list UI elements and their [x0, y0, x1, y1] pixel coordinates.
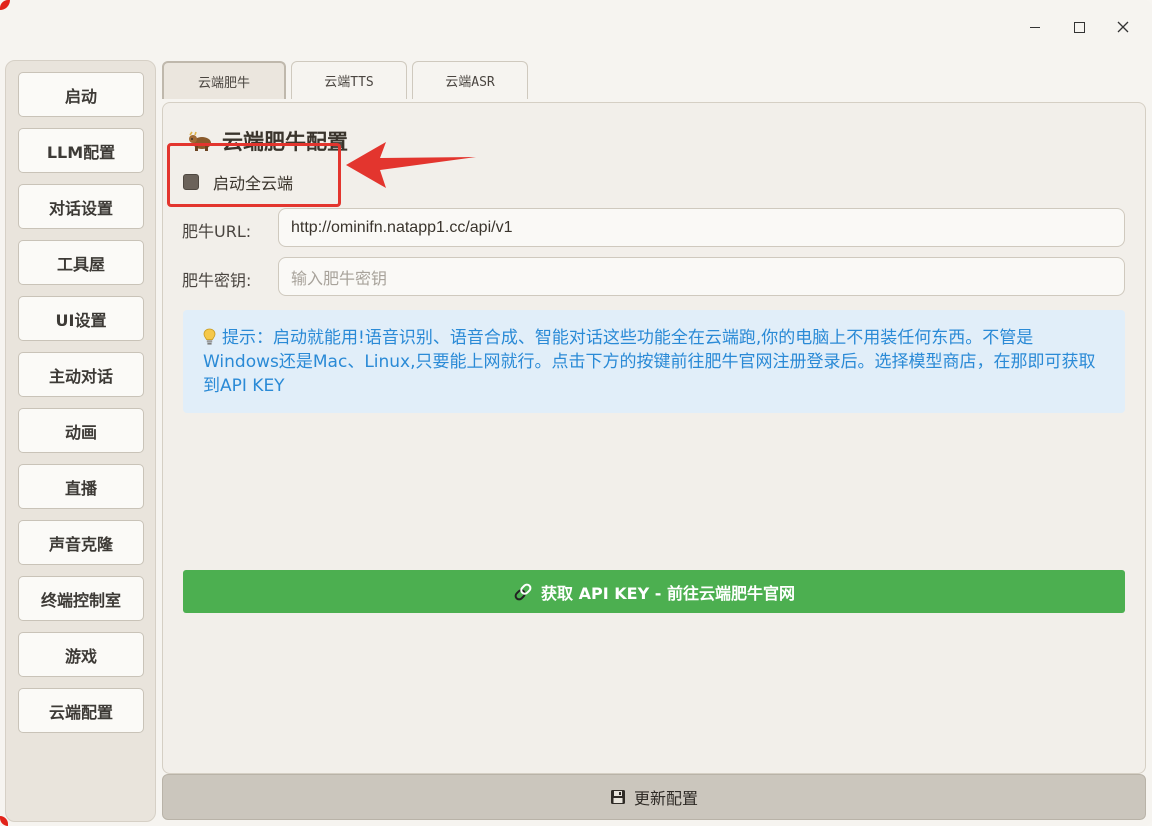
key-label: 肥牛密钥:: [182, 271, 252, 290]
update-config-label: 更新配置: [633, 789, 698, 808]
minimize-button[interactable]: [1022, 14, 1048, 40]
tip-text: 提示：启动就能用!语音识别、语音合成、智能对话这些功能全在云端跑,你的电脑上不用…: [203, 328, 1096, 396]
annotation-arrow-icon: [346, 142, 476, 188]
sidebar-item-animation[interactable]: 动画: [18, 408, 144, 453]
full-cloud-checkbox-row[interactable]: 启动全云端: [183, 170, 293, 194]
sidebar-item-llm-config[interactable]: LLM配置: [18, 128, 144, 173]
sidebar-item-cloud-config[interactable]: 云端配置: [18, 688, 144, 733]
link-icon: [514, 583, 532, 600]
full-cloud-checkbox-label: 启动全云端: [213, 174, 294, 193]
sidebar-item-toolhouse[interactable]: 工具屋: [18, 240, 144, 285]
sidebar-item-start[interactable]: 启动: [18, 72, 144, 117]
title-bar: [0, 0, 1152, 56]
sidebar-item-ui-settings[interactable]: UI设置: [18, 296, 144, 341]
sidebar: 启动 LLM配置 对话设置 工具屋 UI设置 主动对话 动画 直播 声音克隆 终…: [5, 60, 156, 822]
minimize-icon: [1030, 27, 1040, 28]
update-config-button[interactable]: 更新配置: [162, 774, 1146, 820]
app-window: 启动 LLM配置 对话设置 工具屋 UI设置 主动对话 动画 直播 声音克隆 终…: [0, 0, 1152, 826]
tab-cloud-feiniu[interactable]: 云端肥牛: [162, 61, 286, 99]
sidebar-item-voice-clone[interactable]: 声音克隆: [18, 520, 144, 565]
key-input[interactable]: 输入肥牛密钥: [278, 257, 1125, 296]
full-cloud-checkbox[interactable]: [183, 174, 199, 190]
url-label: 肥牛URL:: [182, 222, 252, 241]
url-input[interactable]: http://ominifn.natapp1.cc/api/v1: [278, 208, 1125, 247]
maximize-icon: [1074, 22, 1085, 33]
get-api-key-label: 获取 API KEY - 前往云端肥牛官网: [541, 583, 795, 603]
maximize-button[interactable]: [1066, 14, 1092, 40]
close-icon: [1117, 21, 1129, 33]
get-api-key-button[interactable]: 获取 API KEY - 前往云端肥牛官网: [183, 570, 1125, 613]
sidebar-item-terminal-control[interactable]: 终端控制室: [18, 576, 144, 621]
tab-cloud-tts[interactable]: 云端TTS: [291, 61, 407, 99]
tip-box: 提示：启动就能用!语音识别、语音合成、智能对话这些功能全在云端跑,你的电脑上不用…: [183, 310, 1125, 413]
sidebar-item-dialog-settings[interactable]: 对话设置: [18, 184, 144, 229]
sidebar-item-active-dialog[interactable]: 主动对话: [18, 352, 144, 397]
floppy-disk-icon: [610, 790, 625, 804]
tab-cloud-asr[interactable]: 云端ASR: [412, 61, 528, 99]
sidebar-item-game[interactable]: 游戏: [18, 632, 144, 677]
lightbulb-icon: [203, 328, 216, 345]
close-button[interactable]: [1110, 14, 1136, 40]
sidebar-item-live[interactable]: 直播: [18, 464, 144, 509]
